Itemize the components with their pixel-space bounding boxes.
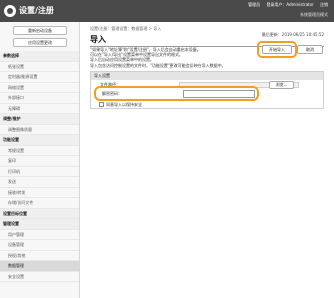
sidebar-item[interactable]: 外部接口 xyxy=(0,93,79,104)
sidebar-item[interactable]: 调整/维护 xyxy=(0,114,79,125)
consent-checkbox[interactable] xyxy=(99,102,104,107)
sidebar-item[interactable]: 打印机 xyxy=(0,167,79,177)
section-title: 导入设置 xyxy=(91,72,323,80)
main-content: 设置/注册：管理设置：数据管理 > 导入 导入 最后更新：2019 06/25 … xyxy=(80,22,334,298)
logout-link[interactable]: 注销 xyxy=(320,2,328,7)
sidebar-item[interactable]: 设置目标位置 xyxy=(0,208,79,219)
sidebar-item[interactable]: 功能设置 xyxy=(0,135,79,146)
description: “如果导入"地址簿"和"设置/注册"，导入后会自动重启本设备。 可以在"导入/导… xyxy=(90,47,255,68)
sidebar-item[interactable]: 用户管理 xyxy=(0,230,79,240)
cancel-button[interactable]: 取消 xyxy=(297,45,323,54)
description-line: 导入包含访问控制设置的文件时，"功能设置"更改可能会反映在导入数据中。 xyxy=(90,62,226,68)
admin-link[interactable]: 管理员 xyxy=(248,2,260,7)
sidebar-item[interactable]: 复印 xyxy=(0,156,79,167)
breadcrumb[interactable]: 设置/注册：管理设置：数据管理 > 导入 xyxy=(90,26,161,32)
settings-icon xyxy=(4,5,16,17)
user-row: 管理员 登录用户：Administrator 注销 xyxy=(243,2,328,8)
top-bar: 设置/注册 管理员 登录用户：Administrator 注销 系统管理员模式 xyxy=(0,0,334,22)
browse-button[interactable]: 浏览... xyxy=(269,81,294,89)
sidebar-item[interactable]: 存储/访问文件 xyxy=(0,198,79,209)
sidebar-item[interactable]: 参数选择 xyxy=(0,51,79,62)
sidebar-item[interactable]: 发送 xyxy=(0,177,79,188)
sidebar-menu: 参数选择 纸张设置 定时器/能源设置 网络设置 外部接口 无障碍 调整/维护 调整图像质量 功能… xyxy=(0,51,79,282)
sidebar-item[interactable]: 常规设置 xyxy=(0,146,79,156)
restart-device-button[interactable]: 重新启动设备 xyxy=(13,26,67,35)
decrypt-password-input[interactable] xyxy=(183,90,255,98)
sidebar: 重新启动设备 应用设置更改 参数选择 纸张设置 定时器/能源设置 网络设置 外部接口 无障… xyxy=(0,22,80,298)
sidebar-item[interactable]: 调整图像质量 xyxy=(0,125,79,135)
sidebar-item[interactable]: 管理设置 xyxy=(0,219,79,230)
sidebar-item[interactable]: 纸张设置 xyxy=(0,62,79,72)
consent-row[interactable]: 同意导入以保持安全 xyxy=(99,102,142,108)
apply-changes-button[interactable]: 应用设置更改 xyxy=(13,38,67,47)
sidebar-item[interactable]: 授权/其他 xyxy=(0,251,79,261)
sidebar-item[interactable]: 设备管理 xyxy=(0,240,79,251)
import-settings-section: 导入设置 文件路径： 浏览... 解密密码： 同意导入以保持安全 xyxy=(90,71,324,109)
app-title: 设置/注册 xyxy=(19,6,54,15)
last-updated: 最后更新：2019 06/25 10:45:52 xyxy=(261,32,324,37)
start-import-button[interactable]: 开始导入 xyxy=(262,45,292,54)
consent-label: 同意导入以保持安全 xyxy=(106,102,142,107)
sidebar-item[interactable]: 无障碍 xyxy=(0,104,79,114)
login-user-label: 登录用户：Administrator xyxy=(266,2,314,7)
decrypt-password-label: 解密密码： xyxy=(102,91,122,96)
sidebar-item[interactable]: 数据管理 xyxy=(0,261,79,272)
sidebar-item[interactable]: 接收/转发 xyxy=(0,188,79,198)
page-title: 导入 xyxy=(90,35,106,44)
mode-status: 系统管理员模式 xyxy=(300,12,328,17)
sidebar-item[interactable]: 网络设置 xyxy=(0,83,79,93)
sidebar-item[interactable]: 定时器/能源设置 xyxy=(0,72,79,83)
sidebar-item[interactable]: 安全设置 xyxy=(0,272,79,282)
